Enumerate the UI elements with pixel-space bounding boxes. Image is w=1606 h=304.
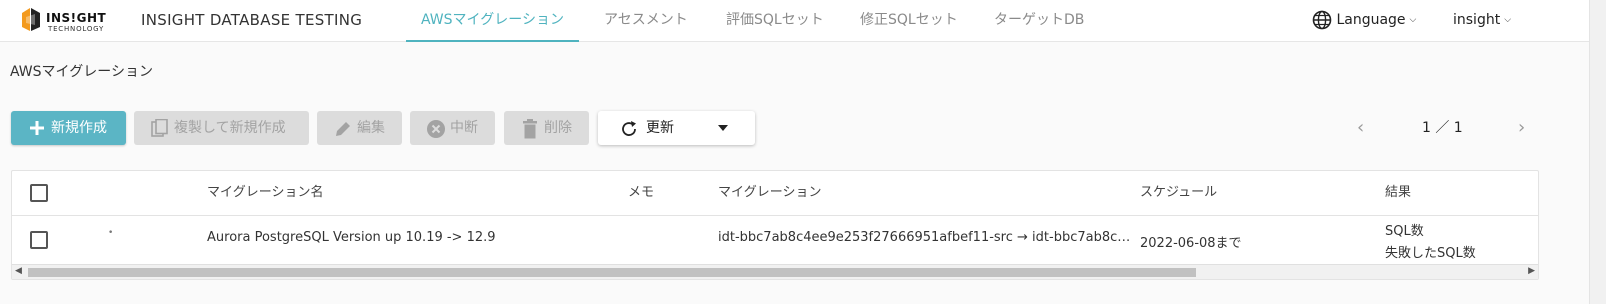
scroll-left-icon[interactable]: ◀ [15, 266, 22, 276]
top-header: INS!GHT TECHNOLOGY INSIGHT DATABASE TEST… [0, 0, 1589, 42]
select-all-checkbox[interactable] [30, 184, 48, 202]
copy-new-button[interactable]: 複製して新規作成 [134, 111, 309, 145]
result-failed-sql-count: 失敗したSQL数 [1385, 246, 1476, 261]
next-page-icon[interactable]: › [1518, 111, 1525, 145]
result-sql-count: SQL数 [1385, 224, 1424, 239]
insight-logo[interactable]: INS!GHT TECHNOLOGY [18, 5, 123, 35]
new-button[interactable]: 新規作成 [11, 111, 126, 145]
cancel-circle-icon [427, 120, 445, 138]
column-header-memo[interactable]: メモ [628, 171, 654, 216]
migration-table: マイグレーション名 メモ マイグレーション スケジュール 結果 • Aurora… [11, 170, 1539, 280]
column-header-schedule[interactable]: スケジュール [1140, 171, 1217, 216]
row-checkbox[interactable] [30, 231, 48, 249]
vertical-scrollbar[interactable] [1589, 0, 1606, 304]
delete-button[interactable]: 削除 [504, 111, 589, 145]
language-label: Language [1336, 12, 1406, 28]
user-label: insight [1453, 12, 1501, 28]
stop-button-label: 中断 [450, 120, 478, 136]
column-header-migration[interactable]: マイグレーション [718, 171, 821, 216]
user-menu[interactable]: insight ⌵ [1453, 0, 1511, 42]
tab-evaluation-sql-set[interactable]: 評価SQLセット [711, 0, 839, 42]
logo-tagline: TECHNOLOGY [48, 25, 105, 33]
column-header-name[interactable]: マイグレーション名 [207, 171, 323, 216]
tab-aws-migration[interactable]: AWSマイグレーション [406, 0, 579, 42]
edit-button[interactable]: 編集 [317, 111, 402, 145]
scroll-right-icon[interactable]: ▶ [1528, 266, 1535, 276]
page-title: AWSマイグレーション [10, 64, 153, 80]
chevron-down-icon: ⌵ [1409, 15, 1417, 25]
tab-assessment[interactable]: アセスメント [589, 0, 703, 42]
table-header: マイグレーション名 メモ マイグレーション スケジュール 結果 [12, 171, 1538, 216]
scrollbar-thumb[interactable] [28, 268, 1196, 277]
horizontal-scrollbar[interactable]: ◀ ▶ [12, 264, 1538, 279]
table-row[interactable]: • Aurora PostgreSQL Version up 10.19 -> … [12, 216, 1538, 264]
app-title: INSIGHT DATABASE TESTING [141, 11, 363, 29]
logo-mark-icon [22, 8, 40, 31]
copy-icon [151, 119, 168, 137]
migration-name[interactable]: Aurora PostgreSQL Version up 10.19 -> 12… [207, 230, 496, 245]
globe-icon [1312, 10, 1332, 30]
tab-fixed-sql-set[interactable]: 修正SQLセット [845, 0, 973, 42]
column-header-result[interactable]: 結果 [1385, 171, 1411, 216]
refresh-button[interactable]: 更新 [598, 111, 755, 145]
plus-icon [30, 121, 44, 135]
prev-page-icon[interactable]: ‹ [1357, 111, 1364, 145]
refresh-button-label: 更新 [646, 120, 674, 136]
chevron-down-icon: ⌵ [1504, 15, 1512, 25]
copy-new-button-label: 複製して新規作成 [174, 120, 286, 136]
stop-button[interactable]: 中断 [410, 111, 495, 145]
app-window: INS!GHT TECHNOLOGY INSIGHT DATABASE TEST… [0, 0, 1606, 304]
logo-wordmark: INS!GHT [46, 11, 107, 25]
tab-target-db[interactable]: ターゲットDB [979, 0, 1099, 42]
new-button-label: 新規作成 [51, 120, 107, 136]
edit-button-label: 編集 [357, 120, 385, 136]
trash-icon [523, 119, 537, 139]
delete-button-label: 削除 [544, 120, 572, 136]
language-menu[interactable]: Language ⌵ [1312, 0, 1416, 42]
schedule-cell: 2022-06-08まで [1140, 236, 1242, 251]
row-marker: • [108, 228, 114, 238]
migration-cell: idt-bbc7ab8c4ee9e253f27666951afbef11-src… [718, 230, 1131, 245]
pager-text: 1 ／ 1 [1422, 120, 1463, 136]
pencil-icon [336, 122, 350, 136]
refresh-icon [622, 121, 636, 136]
dropdown-caret-icon[interactable] [718, 125, 728, 131]
